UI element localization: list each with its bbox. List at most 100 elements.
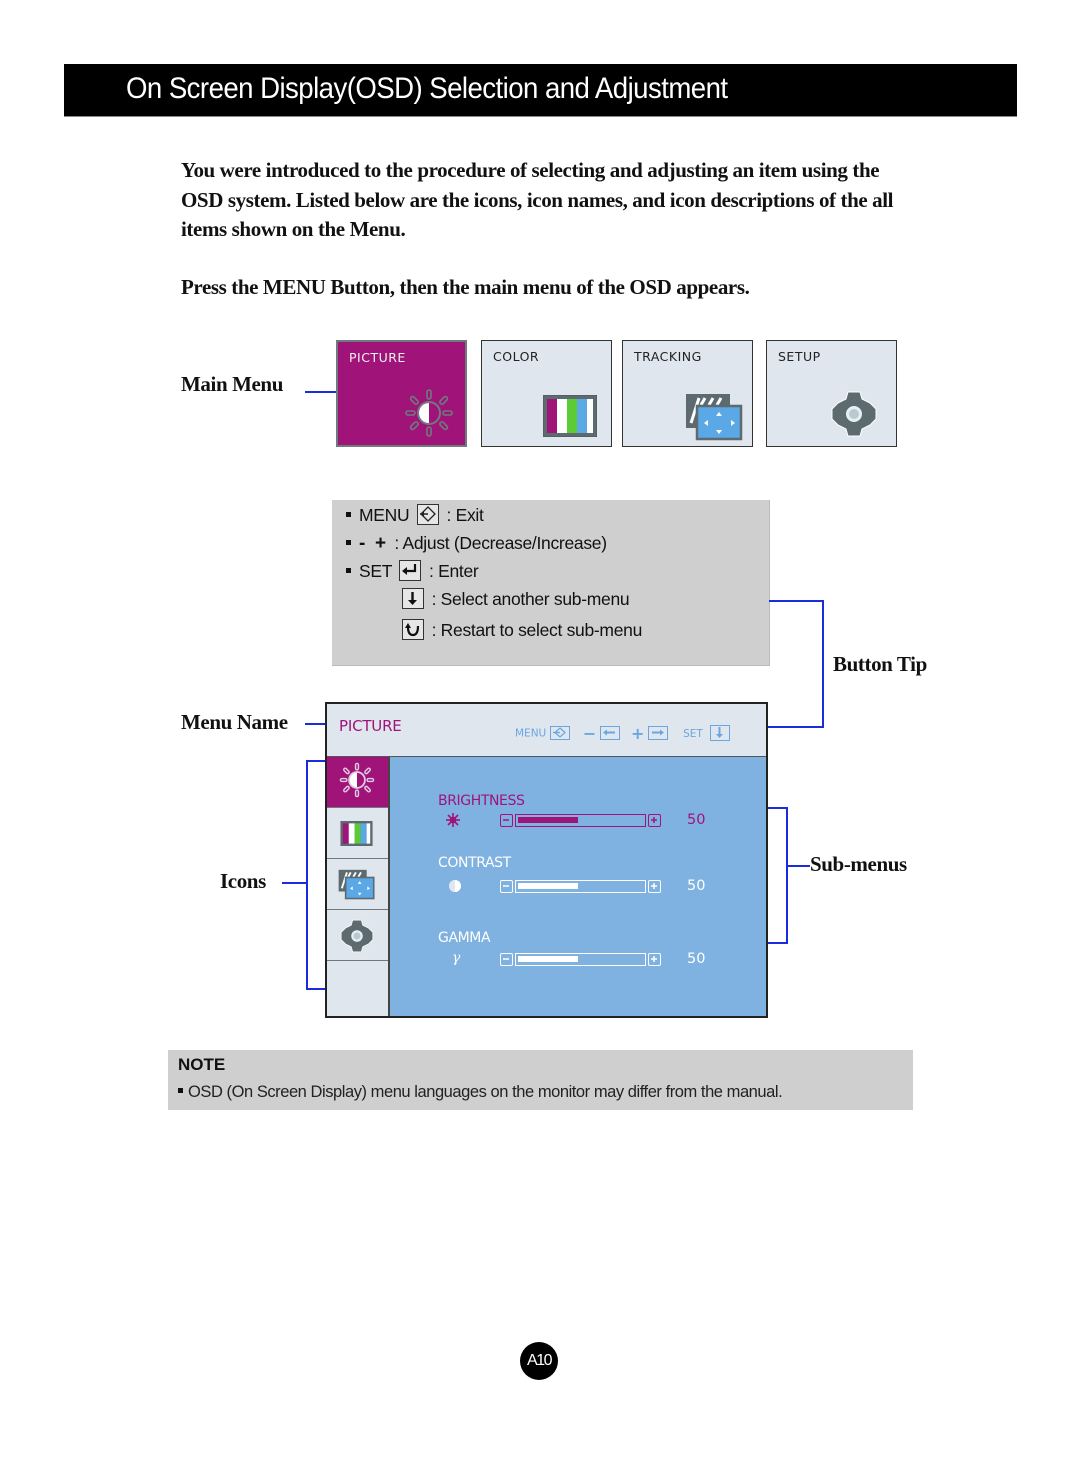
submenu-value: 50	[687, 951, 706, 967]
osd-down-arrow-icon[interactable]	[710, 724, 731, 741]
key-label: MENU	[359, 505, 410, 525]
slider-fill	[518, 956, 578, 962]
tile-label: COLOR	[493, 349, 540, 364]
key-label: SET	[359, 561, 392, 581]
note-box: NOTE OSD (On Screen Display) menu langua…	[168, 1050, 913, 1110]
gear-icon	[831, 391, 877, 437]
key-label: - +	[359, 533, 386, 554]
button-tip-row-restart: : Restart to select sub-menu	[399, 618, 643, 642]
submenu-value: 50	[687, 878, 706, 894]
main-menu-tile-color[interactable]: COLOR	[481, 340, 612, 447]
bullet	[346, 567, 351, 573]
note-text: OSD (On Screen Display) menu languages o…	[188, 1083, 783, 1101]
callout-line-button-tip-vertical	[822, 600, 824, 727]
submenu-label: BRIGHTNESS	[438, 793, 525, 809]
sun-icon	[446, 813, 460, 827]
osd-menu-name: PICTURE	[339, 717, 402, 735]
page-number: A10	[520, 1342, 558, 1380]
brightness-contrast-icon	[339, 762, 375, 798]
callout-sub-menus: Sub-menus	[810, 852, 907, 876]
bullet	[346, 539, 351, 545]
note-title: NOTE	[178, 1055, 226, 1074]
note-item: OSD (On Screen Display) menu languages o…	[178, 1083, 783, 1102]
increase-button[interactable]	[648, 814, 661, 827]
callout-line-button-tip-bottom	[768, 726, 824, 728]
submenu-value: 50	[687, 812, 706, 828]
osd-key-plus: +	[631, 724, 645, 743]
brightness-contrast-icon	[405, 389, 453, 437]
brightness-slider[interactable]	[515, 814, 646, 827]
enter-icon	[399, 559, 422, 581]
callout-line-submenus-bottom	[768, 942, 788, 944]
increase-button[interactable]	[648, 880, 661, 893]
button-tip-row-set: SET : Enter	[346, 559, 479, 583]
callout-line-icons-pointer	[282, 882, 306, 884]
main-menu-tile-tracking[interactable]: TRACKING	[622, 340, 753, 447]
main-menu-tile-picture[interactable]: PICTURE	[336, 340, 467, 447]
button-tip-row-menu: MENU : Exit	[346, 503, 484, 527]
osd-side-icon-picture[interactable]	[327, 757, 388, 808]
increase-button[interactable]	[648, 953, 661, 966]
contrast-icon	[449, 880, 461, 892]
gamma-icon: γ	[452, 950, 461, 966]
tip-description: : Select another sub-menu	[431, 589, 630, 609]
submenu-label: CONTRAST	[438, 855, 511, 871]
osd-exit-icon[interactable]	[549, 725, 570, 740]
osd-key-menu: MENU	[515, 727, 547, 740]
osd-header: PICTURE MENU − + SET	[327, 704, 766, 757]
callout-line-button-tip-top	[769, 600, 823, 602]
gamma-slider[interactable]	[515, 953, 646, 966]
osd-side-empty-cell	[327, 961, 388, 1016]
osd-side-icon-setup[interactable]	[327, 910, 388, 961]
button-tip-row-select: : Select another sub-menu	[399, 587, 630, 611]
tip-description: : Adjust (Decrease/Increase)	[394, 533, 607, 553]
callout-line-icons-bottom	[306, 988, 326, 990]
tip-description: : Enter	[428, 561, 479, 581]
callout-line-submenus-top	[768, 807, 788, 809]
osd-submenu-area: BRIGHTNESS 50 CONTRAST 50 GAMMA γ 50	[390, 757, 766, 1016]
callout-line-menu-name	[305, 723, 325, 725]
page-title: On Screen Display(OSD) Selection and Adj…	[126, 72, 728, 105]
osd-key-set: SET	[683, 727, 703, 740]
exit-icon	[416, 503, 439, 525]
color-bars-icon	[340, 821, 373, 846]
callout-button-tip: Button Tip	[833, 652, 927, 676]
osd-right-arrow-icon[interactable]	[647, 725, 668, 740]
slider-fill	[518, 817, 578, 823]
bullet	[178, 1088, 183, 1094]
bullet	[346, 511, 351, 517]
main-menu-tile-setup[interactable]: SETUP	[766, 340, 897, 447]
press-instruction: Press the MENU Button, then the main men…	[181, 275, 750, 299]
callout-line-submenus-vertical	[786, 807, 788, 944]
tracking-position-icon	[686, 394, 743, 441]
osd-icon-sidebar	[327, 757, 390, 1016]
decrease-button[interactable]	[500, 814, 513, 827]
tracking-position-icon	[338, 869, 375, 900]
tip-description: : Restart to select sub-menu	[431, 620, 643, 640]
restart-icon	[402, 618, 424, 640]
osd-side-icon-tracking[interactable]	[327, 859, 388, 910]
contrast-slider[interactable]	[515, 880, 646, 893]
button-tip-panel: MENU : Exit - + : Adjust (Decrease/Incre…	[332, 500, 770, 666]
callout-line-submenus-pointer	[786, 865, 810, 867]
submenu-label: GAMMA	[438, 930, 491, 946]
button-tip-row-adjust: - + : Adjust (Decrease/Increase)	[346, 533, 607, 555]
color-bars-icon	[543, 395, 597, 437]
tile-label: TRACKING	[634, 349, 702, 364]
tip-description: : Exit	[446, 505, 484, 525]
decrease-button[interactable]	[500, 953, 513, 966]
osd-side-icon-color[interactable]	[327, 808, 388, 859]
callout-main-menu: Main Menu	[181, 372, 283, 396]
tile-label: PICTURE	[349, 350, 406, 365]
callout-line-main-menu	[305, 391, 337, 393]
osd-key-hints: MENU − + SET	[515, 724, 731, 743]
gear-icon	[340, 919, 374, 953]
callout-icons: Icons	[220, 869, 266, 893]
osd-key-minus: −	[582, 724, 597, 743]
decrease-button[interactable]	[500, 880, 513, 893]
tile-label: SETUP	[778, 349, 821, 364]
intro-paragraph: You were introduced to the procedure of …	[181, 158, 894, 241]
down-arrow-icon	[402, 587, 424, 609]
osd-panel: PICTURE MENU − + SET BRIGHTNESS 50 CONTR…	[325, 702, 768, 1018]
osd-left-arrow-icon[interactable]	[599, 725, 620, 740]
